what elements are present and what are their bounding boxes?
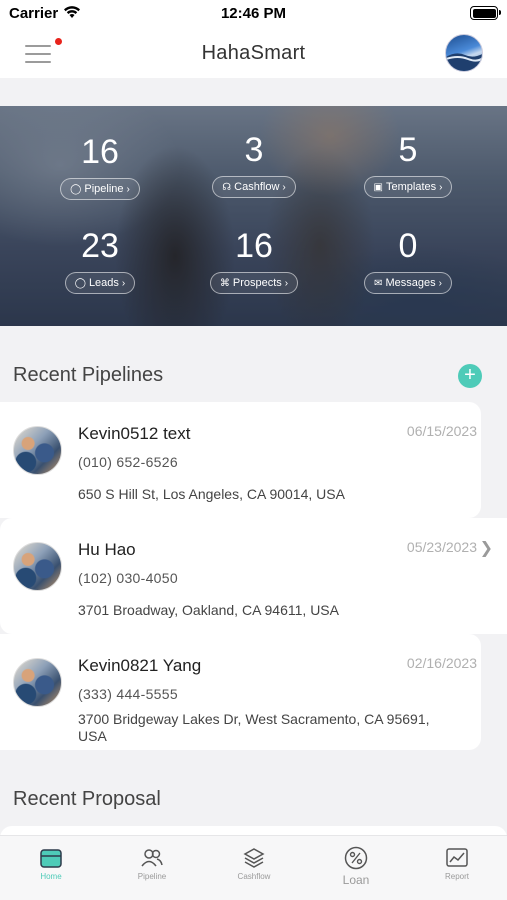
messages-button[interactable]: ✉ Messages › — [364, 272, 452, 294]
templates-button[interactable]: ▣ Templates › — [363, 176, 453, 198]
contact-name: Kevin0512 text — [78, 424, 191, 443]
tab-loan[interactable]: Loan — [316, 846, 396, 887]
stat-prospects: 16 ⌘ Prospects › — [184, 226, 324, 294]
pipeline-card[interactable]: Kevin0512 text 06/15/2023 (010) 652-6526… — [0, 402, 481, 518]
prospects-label: Prospects — [232, 277, 282, 289]
contact-avatar — [13, 658, 62, 707]
stat-pipeline: 16 ◯ Pipeline › — [30, 132, 170, 200]
prospects-icon: ⌘ — [219, 278, 230, 289]
add-pipeline-button[interactable]: + — [458, 364, 482, 388]
cashflow-button[interactable]: ☊ Cashflow › — [212, 176, 296, 198]
stat-pipeline-value: 16 — [81, 133, 119, 171]
pipeline-date: 05/23/2023 — [406, 539, 477, 555]
contact-phone: (333) 444-5555 — [78, 686, 178, 702]
messages-label: Messages — [385, 277, 436, 289]
contact-address: 650 S Hill St, Los Angeles, CA 90014, US… — [78, 486, 345, 502]
chevron-right-icon: › — [126, 184, 130, 195]
tab-cashflow[interactable]: Cashflow — [214, 846, 294, 881]
pipeline-date: 02/16/2023 — [406, 655, 477, 671]
tab-report[interactable]: Report — [417, 846, 497, 881]
stat-messages-value: 0 — [398, 227, 418, 265]
chevron-right-icon: › — [284, 278, 289, 289]
status-bar: Carrier 12:46 PM — [0, 0, 507, 30]
tab-report-label: Report — [444, 872, 469, 881]
leads-label: Leads — [88, 277, 119, 289]
profile-avatar[interactable] — [445, 34, 483, 72]
tab-home[interactable]: Home — [11, 846, 91, 881]
pipeline-date: 06/15/2023 — [406, 423, 477, 439]
contact-phone: (102) 030-4050 — [78, 570, 178, 586]
pipeline-label: Pipeline — [84, 183, 124, 195]
app-title: HahaSmart — [201, 42, 306, 64]
people-icon — [141, 849, 163, 867]
section-title: Recent Pipelines — [13, 364, 164, 386]
contact-phone: (010) 652-6526 — [78, 454, 178, 470]
stat-cashflow-value: 3 — [244, 131, 264, 169]
stats-banner: 16 ◯ Pipeline › 3 ☊ Cashflow › 5 ▣ Templates ›… — [0, 106, 507, 326]
contact-name: Kevin0821 Yang — [78, 656, 202, 675]
template-icon: ▣ — [373, 182, 383, 193]
contact-avatar — [13, 426, 62, 475]
section-title: Recent Proposal — [13, 788, 161, 810]
recent-proposal-header: Recent Proposal — [0, 776, 507, 826]
tab-loan-label: Loan — [342, 873, 370, 887]
chart-icon — [446, 848, 468, 867]
stat-prospects-value: 16 — [235, 227, 273, 265]
user-icon: ◯ — [74, 278, 86, 289]
contact-address: 3700 Bridgeway Lakes Dr, West Sacramento… — [78, 711, 430, 744]
stat-cashflow: 3 ☊ Cashflow › — [184, 130, 324, 198]
contact-avatar — [13, 542, 62, 591]
tab-pipeline[interactable]: Pipeline — [112, 846, 192, 881]
stat-leads-value: 23 — [81, 227, 119, 265]
recent-pipelines-header: Recent Pipelines + — [0, 352, 507, 402]
clock: 12:46 PM — [220, 5, 287, 22]
chevron-right-icon: ❯ — [479, 540, 493, 557]
user-icon: ◯ — [70, 184, 82, 195]
layers-icon — [243, 848, 265, 868]
cashflow-icon: ☊ — [222, 182, 232, 193]
pipeline-card[interactable]: Kevin0821 Yang 02/16/2023 (333) 444-5555… — [0, 634, 481, 750]
contact-name: Hu Hao — [78, 540, 136, 559]
stat-templates-value: 5 — [398, 131, 418, 169]
top-nav-bar: HahaSmart — [0, 30, 507, 78]
chevron-right-icon: › — [121, 278, 126, 289]
stat-leads: 23 ◯ Leads › — [30, 226, 170, 294]
cashflow-label: Cashflow — [234, 181, 280, 193]
tab-cashflow-label: Cashflow — [237, 872, 271, 881]
percent-icon — [344, 846, 368, 870]
leads-button[interactable]: ◯ Leads › — [64, 272, 136, 294]
prospects-button[interactable]: ⌘ Prospects › — [209, 272, 299, 294]
tab-pipeline-label: Pipeline — [137, 872, 167, 881]
plus-icon: + — [464, 364, 476, 386]
mail-icon: ✉ — [374, 278, 383, 289]
chevron-right-icon: › — [439, 182, 443, 193]
battery-icon — [470, 6, 501, 20]
home-icon — [40, 849, 62, 868]
pipeline-button[interactable]: ◯ Pipeline › — [60, 178, 140, 200]
chevron-right-icon: › — [438, 278, 442, 289]
pipeline-card[interactable]: Hu Hao 05/23/2023 ❯ (102) 030-4050 3701 … — [0, 518, 507, 634]
contact-address: 3701 Broadway, Oakland, CA 94611, USA — [78, 602, 339, 618]
chevron-right-icon: › — [282, 182, 286, 193]
templates-label: Templates — [385, 181, 437, 193]
tab-home-label: Home — [40, 872, 62, 881]
avatar-image — [446, 53, 482, 71]
bottom-tab-bar: Home Pipeline Cashflow Loan Report — [0, 835, 507, 900]
stat-messages: 0 ✉ Messages › — [338, 226, 478, 294]
stat-templates: 5 ▣ Templates › — [338, 130, 478, 198]
